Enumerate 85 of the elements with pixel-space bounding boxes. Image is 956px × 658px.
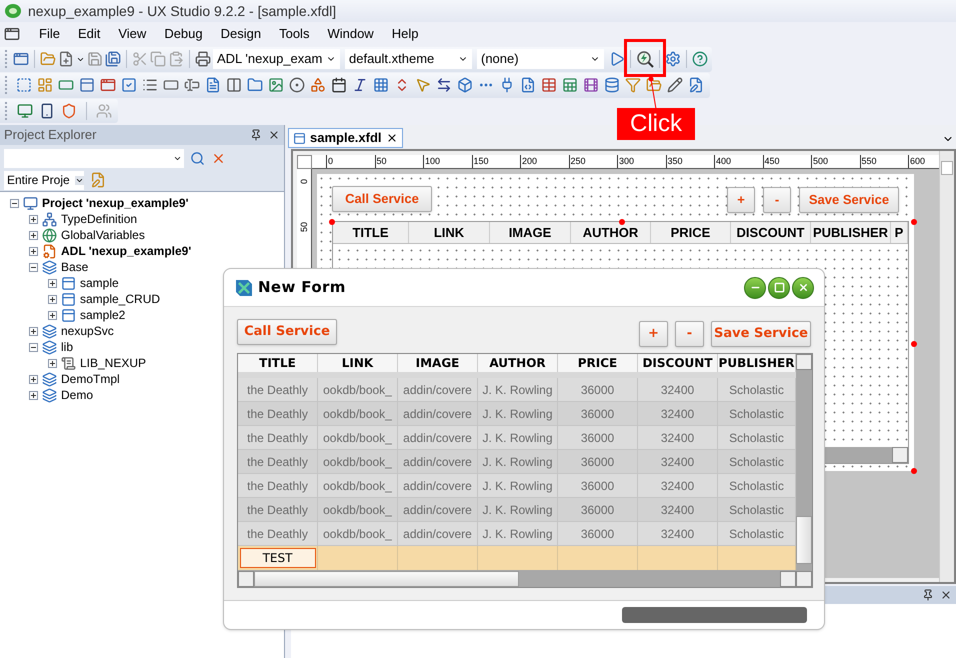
table-cell: 36000 [558,498,638,521]
column-header[interactable]: PUBLISHER [811,222,891,243]
scope-combo[interactable]: Entire Proje [4,170,84,190]
tree-item[interactable]: sample_CRUD [80,290,160,308]
column-header[interactable]: LINK [409,222,490,243]
table-cell: the Deathly [238,498,318,521]
tree-item[interactable]: ADL 'nexup_example9' [61,242,192,260]
table-cell: J. K. Rowling [478,474,558,497]
column-header[interactable]: DISCOUNT [731,222,811,243]
table-cell: J. K. Rowling [478,450,558,473]
table-cell: the Deathly [238,378,318,401]
menu-item[interactable]: Help [382,24,428,44]
editor-tab[interactable]: sample.xfdl [288,128,403,148]
column-header[interactable]: TITLE [238,354,318,372]
tree-item[interactable]: Base [61,258,88,276]
table-cell: J. K. Rowling [478,426,558,449]
table-cell: 32400 [638,522,718,545]
table-cell: addin/covere [398,378,478,401]
table-cell: addin/covere [398,498,478,521]
cell-editor[interactable]: TEST [240,548,316,568]
table-cell: 32400 [638,450,718,473]
table-cell: 36000 [558,402,638,425]
tree-item[interactable]: lib [61,338,74,356]
tree-item[interactable]: Project 'nexup_example9' [42,194,188,212]
horizontal-ruler: 0 50 100 150 200 250 300 350 400 450 500 550 600 [312,155,939,169]
table-cell: addin/covere [398,450,478,473]
tree-item[interactable]: nexupSvc [61,322,114,340]
menu-item[interactable]: View [109,24,156,44]
column-header[interactable]: DISCOUNT [638,354,718,372]
table-cell: addin/covere [398,522,478,545]
table-cell: ookdb/book_ [318,402,398,425]
table-cell: 32400 [638,426,718,449]
table-cell: addin/covere [398,402,478,425]
panel-title: Project Explorer [4,126,96,144]
column-header[interactable]: P [891,222,908,243]
table-cell: 36000 [558,474,638,497]
tree-item[interactable]: Demo [61,386,94,404]
tree-item[interactable]: DemoTmpl [61,370,120,388]
table-cell: ookdb/book_ [318,378,398,401]
table-cell: 32400 [638,402,718,425]
column-header[interactable]: LINK [318,354,398,372]
table-cell: the Deathly [238,522,318,545]
tree-item[interactable]: LIB_NEXUP [80,354,146,372]
table-cell: 32400 [638,474,718,497]
table-cell: J. K. Rowling [478,378,558,401]
table-cell: J. K. Rowling [478,402,558,425]
column-header[interactable]: AUTHOR [478,354,558,372]
table-cell: ookdb/book_ [318,450,398,473]
tree-item[interactable]: GlobalVariables [61,226,145,244]
table-cell: 32400 [638,378,718,401]
menu-item[interactable]: Window [318,24,383,44]
column-header[interactable]: PRICE [558,354,638,372]
tree-item[interactable]: sample [80,274,119,292]
theme-combo[interactable]: ADL 'nexup_exam [213,49,340,69]
table-cell: ookdb/book_ [318,498,398,521]
table-cell: addin/covere [398,426,478,449]
table-cell: 36000 [558,426,638,449]
table-cell: addin/covere [398,474,478,497]
menu-item[interactable]: Design [212,24,270,44]
table-cell: 36000 [558,450,638,473]
tree-item[interactable]: sample2 [80,306,126,324]
column-header[interactable]: IMAGE [490,222,571,243]
window-title: nexup_example9 - UX Studio 9.2.2 - [sample.xfdl] [28,2,336,21]
tree-item[interactable]: TypeDefinition [61,210,138,228]
table-cell: 36000 [558,522,638,545]
table-cell: the Deathly [238,426,318,449]
table-cell: the Deathly [238,402,318,425]
theme-combo[interactable]: (none) [477,49,604,69]
menu-item[interactable]: File [30,24,69,44]
table-cell: ookdb/book_ [318,522,398,545]
table-cell: ookdb/book_ [318,426,398,449]
table-cell: the Deathly [238,450,318,473]
table-cell: 36000 [558,378,638,401]
table-cell: J. K. Rowling [478,498,558,521]
table-cell: 32400 [638,498,718,521]
menu-item[interactable]: Debug [155,24,212,44]
column-header[interactable]: PRICE [651,222,731,243]
table-cell: the Deathly [238,474,318,497]
theme-combo[interactable]: default.xtheme [345,49,472,69]
menu-item[interactable]: Tools [270,24,318,44]
callout-label: Click [617,108,695,140]
column-header[interactable]: IMAGE [398,354,478,372]
menu-item[interactable]: Edit [68,24,110,44]
table-cell: ookdb/book_ [318,474,398,497]
table-cell: J. K. Rowling [478,522,558,545]
